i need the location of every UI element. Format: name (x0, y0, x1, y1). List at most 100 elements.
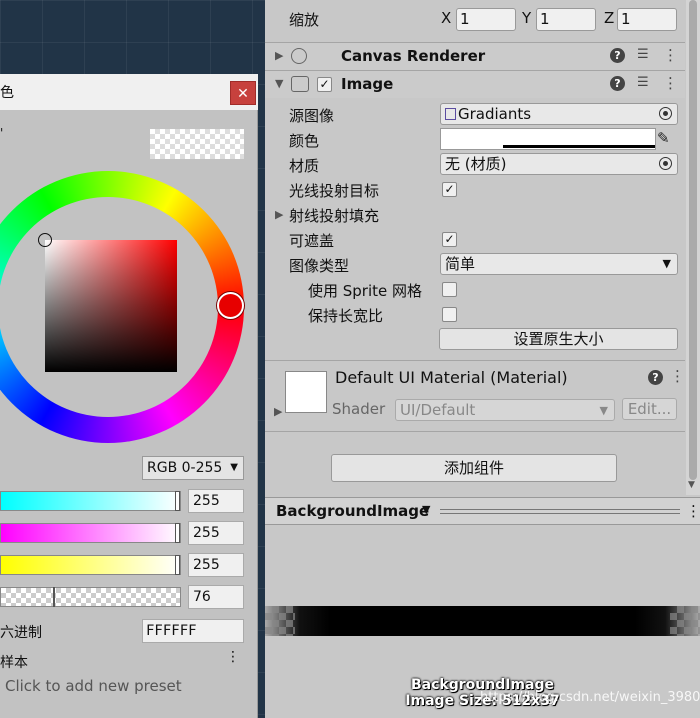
raycast-target-label: 光线投射目标 (289, 182, 380, 200)
saturation-value-handle[interactable] (38, 233, 52, 247)
hex-input[interactable]: FFFFFF (142, 619, 244, 643)
shader-dropdown[interactable]: UI/Default ▼ (395, 399, 615, 421)
use-sprite-mesh-row: 使用 Sprite 网格 (265, 277, 685, 302)
preserve-aspect-label: 保持长宽比 (308, 307, 384, 325)
set-native-size-button[interactable]: 设置原生大小 (439, 328, 678, 350)
inspector-scrollbar[interactable]: ▼ (686, 0, 700, 495)
shader-edit-button[interactable]: Edit... (622, 398, 677, 420)
object-picker-icon[interactable] (659, 107, 672, 120)
color-label: 颜色 (289, 132, 320, 150)
green-channel-input[interactable]: 255 (188, 521, 244, 545)
swatches-label: 样本 (0, 655, 28, 671)
color-field[interactable] (440, 128, 656, 150)
slider-handle[interactable] (175, 523, 180, 543)
scale-y-input[interactable]: 1 (536, 8, 596, 31)
scroll-down-icon[interactable]: ▼ (688, 480, 695, 490)
image-type-dropdown[interactable]: 简单 ▼ (440, 253, 678, 275)
more-icon[interactable]: ⋮ (686, 502, 700, 520)
scale-x-input[interactable]: 1 (456, 8, 516, 31)
source-image-field[interactable]: Gradiants (440, 103, 678, 125)
raycast-padding-row[interactable]: ▶ 射线投射填充 (265, 202, 685, 227)
scale-y-label[interactable]: Y (522, 9, 531, 27)
maskable-label: 可遮盖 (289, 232, 335, 250)
material-row: 材质 无 (材质) (265, 152, 685, 177)
red-channel-input[interactable]: 255 (188, 489, 244, 513)
preset-icon[interactable]: ☰ (637, 75, 649, 90)
alpha-channel-input[interactable]: 76 (188, 585, 244, 609)
rotation-row-fragment (265, 0, 685, 5)
source-image-label: 源图像 (289, 107, 335, 125)
scale-x-label[interactable]: X (441, 9, 451, 27)
green-channel-slider[interactable] (0, 523, 181, 543)
shader-value: UI/Default (400, 401, 476, 419)
color-mode-dropdown[interactable]: RGB 0-255 ▼ (142, 456, 244, 480)
image-component-header[interactable]: ▼ ✓ Image ? ☰ ⋮ (265, 70, 685, 98)
fold-arrow-icon[interactable]: ▼ (275, 77, 283, 90)
chevron-down-icon[interactable]: ▼ (422, 503, 430, 516)
swatches-menu-icon[interactable]: ⋮ (226, 649, 240, 665)
more-icon[interactable]: ⋮ (663, 46, 678, 64)
material-label: 材质 (289, 157, 320, 175)
chevron-down-icon: ▼ (662, 257, 671, 270)
inspector-panel: 缩放 X 1 Y 1 Z 1 ▶ Canvas Renderer ? ☰ ⋮ ▼… (265, 0, 700, 718)
saturation-value-square[interactable] (45, 240, 177, 372)
preserve-aspect-checkbox[interactable] (442, 307, 457, 322)
slider-handle[interactable] (175, 491, 180, 511)
scale-z-input[interactable]: 1 (617, 8, 677, 31)
add-component-button[interactable]: 添加组件 (331, 454, 617, 482)
eyedropper-icon[interactable]: ✎ (657, 129, 670, 147)
preset-icon[interactable]: ☰ (637, 47, 649, 62)
canvas-renderer-title: Canvas Renderer (341, 47, 486, 65)
gradient-preview-image (265, 606, 700, 636)
slider-handle[interactable] (175, 555, 180, 575)
help-icon[interactable]: ? (610, 48, 625, 63)
hue-handle[interactable] (217, 292, 244, 319)
more-icon[interactable]: ⋮ (663, 74, 678, 92)
maskable-row: 可遮盖 ✓ (265, 227, 685, 252)
chevron-down-icon: ▼ (599, 404, 608, 417)
fold-arrow-icon[interactable]: ▶ (275, 208, 283, 221)
image-preview-area: BackgroundImage Image Size: 512x37 https… (265, 526, 700, 718)
raycast-target-checkbox[interactable]: ✓ (442, 182, 457, 197)
use-sprite-mesh-label: 使用 Sprite 网格 (308, 282, 423, 300)
help-icon[interactable]: ? (648, 370, 663, 385)
use-sprite-mesh-checkbox[interactable] (442, 282, 457, 297)
red-channel-row: 255 (0, 488, 258, 513)
add-preset-placeholder[interactable]: Click to add new preset (5, 677, 182, 695)
slider-handle[interactable] (53, 587, 55, 607)
blue-channel-input[interactable]: 255 (188, 553, 244, 577)
red-channel-slider[interactable] (0, 491, 181, 511)
fold-arrow-icon[interactable]: ▶ (274, 405, 282, 418)
scale-z-label[interactable]: Z (604, 9, 614, 27)
shader-label: Shader (332, 400, 386, 418)
color-mode-value: RGB 0-255 (147, 460, 223, 476)
chevron-down-icon: ▼ (230, 462, 238, 473)
color-picker-titlebar[interactable]: 色 ✕ (0, 74, 258, 110)
alpha-channel-slider[interactable] (0, 587, 181, 607)
image-component-title: Image (341, 75, 394, 93)
object-picker-icon[interactable] (659, 157, 672, 170)
fold-arrow-icon[interactable]: ▶ (275, 49, 283, 62)
source-image-value: Gradiants (458, 105, 532, 123)
help-icon[interactable]: ? (610, 76, 625, 91)
more-icon[interactable]: ⋮ (670, 367, 685, 385)
scrollbar-thumb[interactable] (689, 0, 697, 480)
image-type-label: 图像类型 (289, 257, 350, 275)
preview-title: BackgroundImage (276, 502, 430, 520)
sprite-icon (445, 108, 456, 120)
close-button[interactable]: ✕ (230, 81, 256, 105)
eyedropper-fragment[interactable]: ' (0, 126, 3, 140)
preview-drag-handle[interactable] (440, 509, 680, 514)
preview-header[interactable]: BackgroundImage ▼ ⋮ (265, 497, 700, 525)
alpha-channel-row: 76 (0, 584, 258, 609)
blue-channel-row: 255 (0, 552, 258, 577)
material-field[interactable]: 无 (材质) (440, 153, 678, 175)
image-enabled-checkbox[interactable]: ✓ (317, 77, 332, 92)
canvas-renderer-header[interactable]: ▶ Canvas Renderer ? ☰ ⋮ (265, 42, 685, 70)
blue-channel-slider[interactable] (0, 555, 181, 575)
scale-row: 缩放 X 1 Y 1 Z 1 (265, 6, 685, 32)
color-preview-swatch (150, 129, 244, 159)
maskable-checkbox[interactable]: ✓ (442, 232, 457, 247)
divider (265, 431, 685, 432)
raycast-target-row: 光线投射目标 ✓ (265, 177, 685, 202)
